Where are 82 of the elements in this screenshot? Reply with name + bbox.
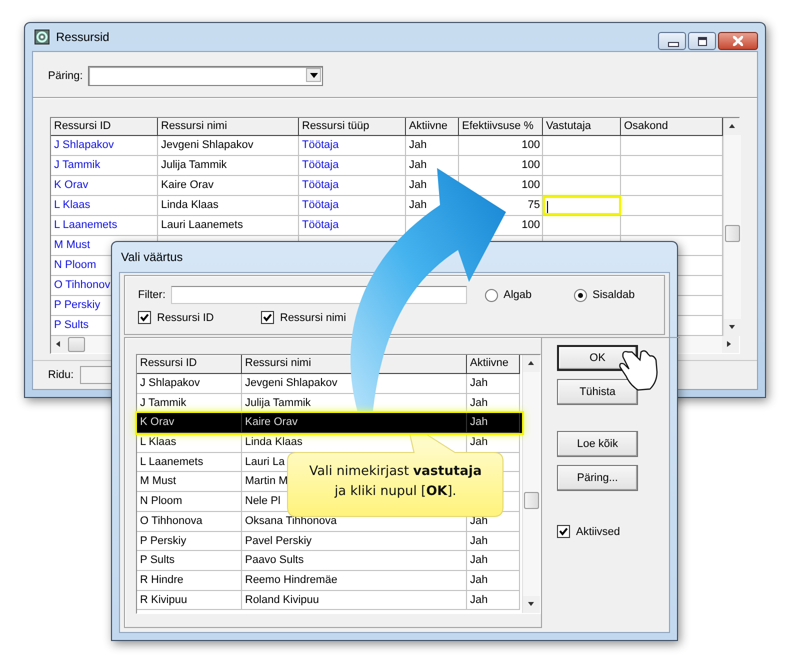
table-cell: P Perskiy (137, 532, 242, 552)
table-cell-text: 100 (520, 138, 541, 153)
push-button[interactable]: Loe kõik (557, 431, 638, 457)
table-cell: Pavel Perskiy (242, 532, 467, 552)
table-cell-text: Töötaja (301, 218, 340, 233)
field-label: Filter: (138, 289, 166, 301)
table-cell: N Ploom (137, 492, 242, 512)
status-label: Ridu: (48, 369, 74, 381)
push-button[interactable]: Tühista (557, 379, 638, 405)
table-cell: Jah (467, 374, 520, 394)
table-cell-text: Linda Klaas (160, 198, 220, 213)
table-cell-text: 100 (520, 158, 541, 173)
table-cell-text: Töötaja (301, 198, 340, 213)
table-cell-text: P Perskiy (53, 298, 102, 313)
column-header[interactable]: Ressursi ID (137, 355, 242, 374)
table-cell: J Shlapakov (137, 374, 242, 394)
dialog-title: Vali väärtus (121, 250, 183, 264)
radio-label: Sisaldab (592, 289, 635, 301)
table-cell: Paavo Sults (242, 551, 467, 571)
column-header[interactable]: Ressursi ID (51, 118, 158, 136)
column-header[interactable]: Efektiivsuse % (459, 118, 543, 136)
column-header[interactable]: Aktiivne (467, 355, 520, 374)
table-cell: L Laanemets (137, 452, 242, 472)
row-cell: K Orav (137, 413, 242, 434)
list-row[interactable]: P Sults Paavo Sults Jah (137, 551, 522, 571)
table-row[interactable]: J Tammik Julija Tammik Töötaja Jah 100 (51, 156, 723, 176)
table-cell-text: J Tammik (53, 158, 102, 173)
table-cell: Jah (467, 570, 520, 591)
table-cell-text: 100 (520, 178, 541, 193)
table-cell-text: Julija Tammik (160, 158, 228, 173)
list-row[interactable]: R Kivipuu Roland Kivipuu Jah (137, 590, 522, 610)
table-cell-text: Töötaja (301, 138, 340, 153)
table-cell: Jah (467, 532, 520, 552)
list-row[interactable]: R Hindre Reemo Hindremäe Jah (137, 570, 522, 591)
table-cell-text: J Shlapakov (53, 138, 115, 153)
table-row[interactable]: K Orav Kaire Orav Töötaja Jah 100 (51, 176, 723, 196)
column-header[interactable]: Ressursi tüüp (299, 118, 406, 136)
row-cell: Jah (467, 413, 520, 434)
table-cell-text: Jevgeni Shlapakov (160, 138, 254, 153)
table-cell-text: L Klaas (53, 198, 92, 213)
checkbox-label: Aktiivsed (576, 526, 620, 538)
table-cell: Jah (467, 551, 520, 571)
field-label: Päring: (48, 70, 83, 82)
window-title: Ressursid (56, 30, 110, 44)
table-cell: Roland Kivipuu (242, 590, 467, 610)
table-cell-text: Kaire Orav (160, 178, 215, 193)
table-cell-text: K Orav (53, 178, 90, 193)
table-cell-text: O Tihhonov (53, 278, 112, 293)
column-header[interactable]: Aktiivne (406, 118, 459, 136)
table-cell-text: Jah (408, 138, 428, 153)
table-row[interactable]: J Shlapakov Jevgeni Shlapakov Töötaja Jah 100 (51, 136, 723, 156)
table-cell-text: M Must (53, 238, 92, 253)
table-cell-text: Töötaja (301, 178, 340, 193)
push-button[interactable]: Päring... (557, 465, 638, 491)
table-cell-text: Jah (408, 178, 428, 193)
column-header[interactable]: Ressursi nimi (158, 118, 299, 136)
table-cell-text: N Ploom (53, 258, 98, 273)
checkbox-label: Ressursi ID (157, 312, 214, 324)
table-cell: O Tihhonova (137, 512, 242, 532)
column-header[interactable]: Osakond (621, 118, 723, 136)
table-row[interactable]: L Klaas Linda Klaas Töötaja Jah 75 (51, 196, 723, 216)
table-cell: P Sults (137, 551, 242, 571)
checkbox-label: Ressursi nimi (280, 312, 346, 324)
table-cell-text: Töötaja (301, 158, 340, 173)
row-cell: Kaire Orav (242, 413, 467, 434)
table-cell-text: 100 (520, 218, 541, 233)
table-cell-text: 75 (526, 198, 541, 213)
table-cell-text: L Laanemets (53, 218, 118, 233)
radio-label: Algab (504, 289, 532, 301)
table-cell: L Klaas (137, 433, 242, 453)
column-header[interactable]: Vastutaja (543, 118, 621, 136)
table-cell: Reemo Hindremäe (242, 570, 467, 591)
table-cell-text: Jah (408, 158, 428, 173)
table-cell-text: Lauri Laanemets (160, 218, 244, 233)
table-cell-text: P Sults (53, 318, 90, 333)
table-cell: R Hindre (137, 570, 242, 591)
table-cell: R Kivipuu (137, 590, 242, 610)
table-cell: Jah (467, 590, 520, 610)
table-cell-text: Jah (408, 198, 428, 213)
list-row[interactable]: P Perskiy Pavel Perskiy Jah (137, 532, 522, 552)
table-cell: M Must (137, 472, 242, 492)
selected-row[interactable]: K Orav Kaire Orav Jah (137, 413, 522, 434)
